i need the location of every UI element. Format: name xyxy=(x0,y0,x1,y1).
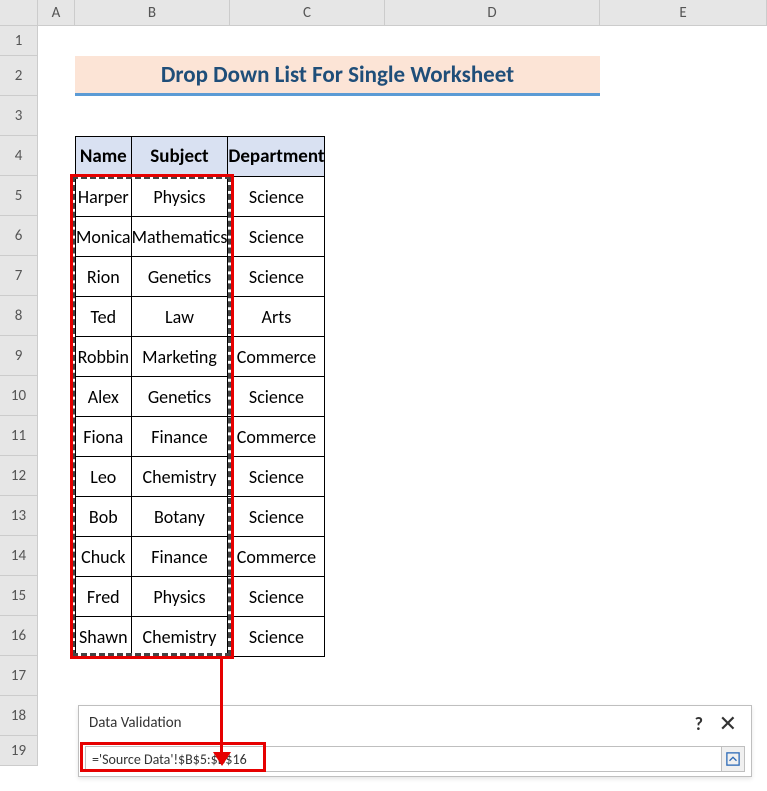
row-header-12[interactable]: 12 xyxy=(0,456,38,496)
cell-name[interactable]: Rion xyxy=(76,257,132,297)
row-header-10[interactable]: 10 xyxy=(0,376,38,416)
row-header-13[interactable]: 13 xyxy=(0,496,38,536)
table-row: ShawnChemistryScience xyxy=(76,617,325,657)
row-header-14[interactable]: 14 xyxy=(0,536,38,576)
col-header-E[interactable]: E xyxy=(600,0,767,26)
cell-subject[interactable]: Genetics xyxy=(131,377,228,417)
dv-help-button[interactable]: ? xyxy=(695,713,703,735)
cell-subject[interactable]: Chemistry xyxy=(131,617,228,657)
table-row: FredPhysicsScience xyxy=(76,577,325,617)
col-header-B[interactable]: B xyxy=(75,0,230,26)
cell-subject[interactable]: Finance xyxy=(131,417,228,457)
table-row: ChuckFinanceCommerce xyxy=(76,537,325,577)
row-header-17[interactable]: 17 xyxy=(0,656,38,696)
header-subject[interactable]: Subject xyxy=(131,137,228,177)
cell-department[interactable]: Science xyxy=(228,617,325,657)
dv-close-button[interactable]: ✕ xyxy=(719,710,737,737)
row-header-9[interactable]: 9 xyxy=(0,336,38,376)
cell-department[interactable]: Science xyxy=(228,177,325,217)
table-row: RionGeneticsScience xyxy=(76,257,325,297)
row-header-6[interactable]: 6 xyxy=(0,216,38,256)
row-header-4[interactable]: 4 xyxy=(0,136,38,176)
cell-subject[interactable]: Law xyxy=(131,297,228,337)
annotation-arrow-head-icon xyxy=(213,752,231,766)
dv-title: Data Validation xyxy=(89,714,182,732)
table-row: BobBotanyScience xyxy=(76,497,325,537)
cell-subject[interactable]: Marketing xyxy=(131,337,228,377)
row-header-18[interactable]: 18 xyxy=(0,696,38,736)
row-header-15[interactable]: 15 xyxy=(0,576,38,616)
row-header-11[interactable]: 11 xyxy=(0,416,38,456)
select-all-corner[interactable] xyxy=(0,0,38,26)
row-headers: 1 2 3 4 5 6 7 8 9 10 11 12 13 14 15 16 1… xyxy=(0,0,38,766)
cell-department[interactable]: Science xyxy=(228,377,325,417)
row-header-5[interactable]: 5 xyxy=(0,176,38,216)
table-row: FionaFinanceCommerce xyxy=(76,417,325,457)
row-header-16[interactable]: 16 xyxy=(0,616,38,656)
row-header-19[interactable]: 19 xyxy=(0,736,38,766)
header-department[interactable]: Department xyxy=(228,137,325,177)
cell-subject[interactable]: Physics xyxy=(131,177,228,217)
cell-name[interactable]: Alex xyxy=(76,377,132,417)
cell-department[interactable]: Science xyxy=(228,457,325,497)
col-header-A[interactable]: A xyxy=(38,0,75,26)
cell-name[interactable]: Leo xyxy=(76,457,132,497)
table-row: MonicaMathematicsScience xyxy=(76,217,325,257)
row-header-8[interactable]: 8 xyxy=(0,296,38,336)
cell-name[interactable]: Fiona xyxy=(76,417,132,457)
cell-subject[interactable]: Genetics xyxy=(131,257,228,297)
cell-subject[interactable]: Mathematics xyxy=(131,217,228,257)
table-header-row: Name Subject Department xyxy=(76,137,325,177)
cell-subject[interactable]: Physics xyxy=(131,577,228,617)
cell-department[interactable]: Science xyxy=(228,577,325,617)
cell-department[interactable]: Commerce xyxy=(228,537,325,577)
col-header-D[interactable]: D xyxy=(385,0,600,26)
row-header-7[interactable]: 7 xyxy=(0,256,38,296)
cell-name[interactable]: Ted xyxy=(76,297,132,337)
cell-department[interactable]: Science xyxy=(228,217,325,257)
cell-subject[interactable]: Finance xyxy=(131,537,228,577)
table-row: LeoChemistryScience xyxy=(76,457,325,497)
cell-department[interactable]: Science xyxy=(228,257,325,297)
annotation-arrow-line xyxy=(220,659,223,756)
cell-subject[interactable]: Chemistry xyxy=(131,457,228,497)
table-row: TedLawArts xyxy=(76,297,325,337)
cell-department[interactable]: Commerce xyxy=(228,417,325,457)
cell-name[interactable]: Bob xyxy=(76,497,132,537)
cell-department[interactable]: Commerce xyxy=(228,337,325,377)
data-validation-dialog: Data Validation ? ✕ ='Source Data'!$B$5:… xyxy=(78,705,752,777)
cell-name[interactable]: Harper xyxy=(76,177,132,217)
cell-name[interactable]: Monica xyxy=(76,217,132,257)
cell-name[interactable]: Fred xyxy=(76,577,132,617)
cell-name[interactable]: Robbin xyxy=(76,337,132,377)
column-headers: A B C D E xyxy=(38,0,767,26)
cell-subject[interactable]: Botany xyxy=(131,497,228,537)
table-row: AlexGeneticsScience xyxy=(76,377,325,417)
cell-name[interactable]: Chuck xyxy=(76,537,132,577)
row-header-3[interactable]: 3 xyxy=(0,96,38,136)
header-name[interactable]: Name xyxy=(76,137,132,177)
cell-name[interactable]: Shawn xyxy=(76,617,132,657)
row-header-1[interactable]: 1 xyxy=(0,26,38,56)
data-table: Name Subject Department HarperPhysicsSci… xyxy=(75,136,325,657)
table-row: HarperPhysicsScience xyxy=(76,177,325,217)
page-title: Drop Down List For Single Worksheet xyxy=(75,56,600,96)
cell-department[interactable]: Science xyxy=(228,497,325,537)
dv-collapse-button[interactable] xyxy=(721,746,745,772)
cell-department[interactable]: Arts xyxy=(228,297,325,337)
table-row: RobbinMarketingCommerce xyxy=(76,337,325,377)
col-header-C[interactable]: C xyxy=(230,0,385,26)
collapse-dialog-icon xyxy=(726,752,740,766)
row-header-2[interactable]: 2 xyxy=(0,56,38,96)
dv-source-input[interactable]: ='Source Data'!$B$5:$B$16 xyxy=(85,746,723,772)
